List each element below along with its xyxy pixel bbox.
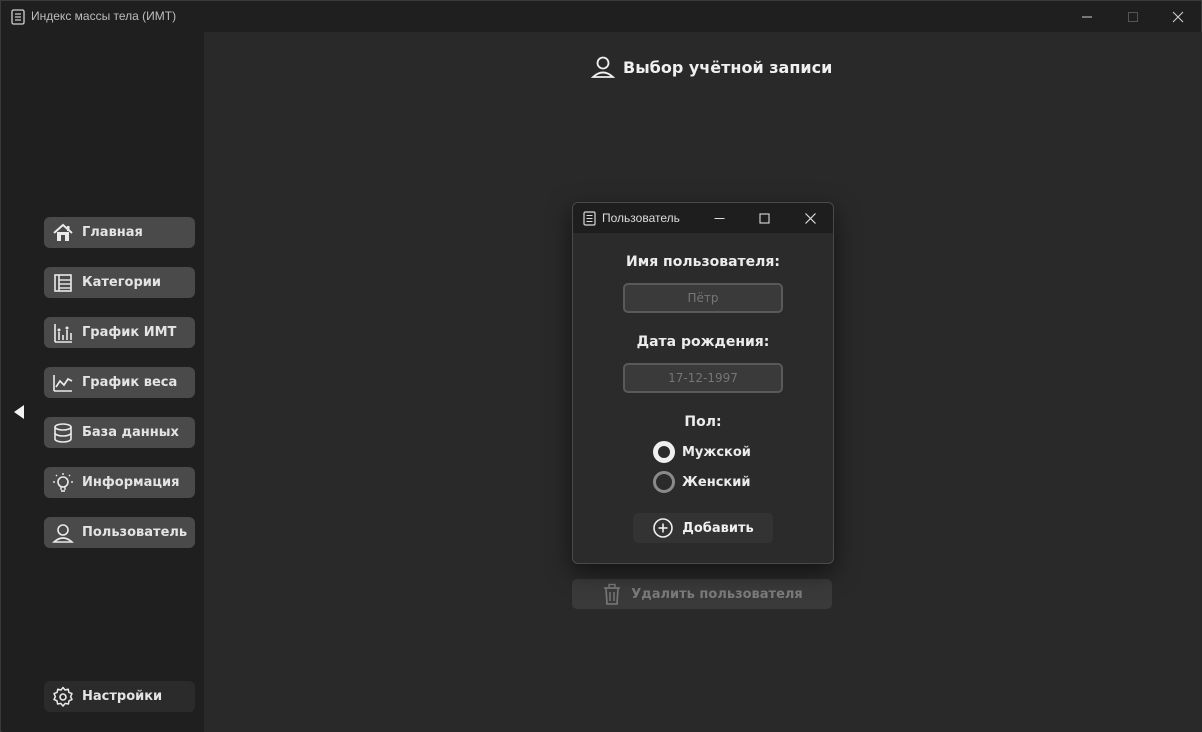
page-title: Выбор учётной записи [623,57,833,77]
sidebar-item-bmi-chart[interactable]: График ИМТ [44,317,195,348]
close-button[interactable] [1155,1,1201,32]
user-icon [52,522,74,544]
sidebar-item-user[interactable]: Пользователь [44,517,195,548]
delete-user-button[interactable]: Удалить пользователя [572,579,832,609]
birthdate-input[interactable] [623,363,783,393]
gear-icon [52,686,74,708]
home-icon [52,222,74,244]
page-header: Выбор учётной записи [590,54,833,80]
radio-unselected-icon [653,471,675,493]
sidebar-item-weight-chart[interactable]: График веса [44,367,195,398]
dialog-maximize-button[interactable] [746,203,782,233]
database-icon [52,422,74,444]
delete-user-label: Удалить пользователя [631,586,803,602]
bmi-chart-icon [52,322,74,344]
minimize-icon [714,217,724,219]
sidebar-item-label: База данных [82,425,179,440]
sidebar-item-label: Настройки [82,689,163,704]
dialog-minimize-button[interactable] [701,203,737,233]
lightbulb-icon [52,472,74,494]
sidebar-item-settings[interactable]: Настройки [44,681,195,712]
title-bar: Индекс массы тела (ИМТ) [1,1,1201,32]
window-title: Индекс массы тела (ИМТ) [31,9,177,23]
close-icon [804,212,816,224]
sidebar-item-home[interactable]: Главная [44,217,195,248]
dialog-title-bar: Пользователь [573,203,833,233]
sidebar-item-database[interactable]: База данных [44,417,195,448]
document-icon [583,211,596,226]
username-label: Имя пользователя: [626,254,780,270]
sidebar-item-categories[interactable]: Категории [44,267,195,298]
minimize-button[interactable] [1064,1,1110,32]
birthdate-label: Дата рождения: [636,334,770,350]
sidebar-item-label: Пользователь [82,525,188,540]
gender-option-label: Мужской [682,444,751,460]
maximize-button[interactable] [1110,1,1156,32]
maximize-icon [1128,11,1138,22]
add-user-button[interactable]: Добавить [633,513,773,543]
sidebar-item-label: Главная [82,225,143,240]
sidebar-item-information[interactable]: Информация [44,467,195,498]
document-icon [11,9,25,25]
user-icon [590,55,616,79]
user-dialog: Пользователь Имя пользователя: Дата рожд… [572,202,834,564]
weight-chart-icon [52,372,74,394]
radio-selected-icon [653,441,675,463]
gender-radio-female[interactable]: Женский [653,471,750,493]
plus-circle-icon [652,517,674,539]
sidebar-item-label: График веса [82,375,178,390]
trash-icon [601,583,623,605]
gender-radio-male[interactable]: Мужской [653,441,751,463]
triangle-left-icon[interactable] [13,404,25,420]
categories-icon [52,272,74,294]
sidebar: Главная Категории График ИМТ График веса [2,32,204,732]
app-window: Индекс массы тела (ИМТ) Главная Категори… [0,0,1202,732]
sidebar-item-label: Категории [82,275,161,290]
sidebar-item-label: График ИМТ [82,325,177,340]
dialog-title: Пользователь [602,211,680,225]
dialog-close-button[interactable] [792,203,828,233]
sidebar-item-label: Информация [82,475,180,490]
add-user-label: Добавить [682,520,754,536]
gender-option-label: Женский [682,474,751,490]
close-icon [1172,11,1184,22]
maximize-icon [758,212,770,224]
gender-label: Пол: [684,414,722,430]
username-input[interactable] [623,283,783,313]
minimize-icon [1082,16,1092,17]
